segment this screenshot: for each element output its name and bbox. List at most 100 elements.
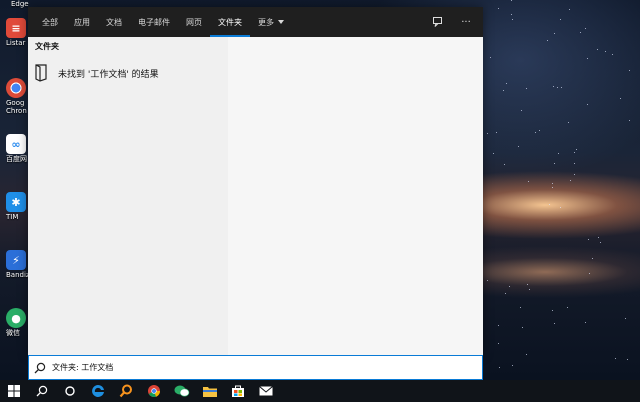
star	[592, 258, 594, 260]
tab-email[interactable]: 电子邮件	[130, 7, 178, 37]
bandizip-icon: ⚡	[6, 250, 26, 270]
tab-more[interactable]: 更多	[250, 7, 292, 37]
star	[538, 129, 540, 131]
wechat-icon[interactable]	[168, 380, 196, 402]
star	[528, 289, 530, 291]
desktop-icon-label: TIM	[6, 213, 19, 221]
star	[487, 279, 489, 281]
search-box[interactable]	[28, 355, 483, 380]
star	[504, 293, 506, 295]
star	[504, 164, 506, 166]
tab-apps[interactable]: 应用	[66, 7, 98, 37]
star	[526, 353, 527, 355]
star	[493, 152, 495, 154]
star	[495, 131, 497, 133]
star	[548, 203, 550, 205]
tab-label: 文档	[106, 17, 122, 27]
tab-documents[interactable]: 文档	[98, 7, 130, 37]
star	[576, 148, 578, 150]
star	[614, 358, 616, 360]
document-icon	[35, 64, 47, 82]
desktop-icon-baidu[interactable]: ∞ 百度网	[6, 134, 30, 163]
no-results-text: 未找到 '工作文档' 的结果	[58, 69, 159, 80]
tab-label: 电子邮件	[138, 17, 170, 27]
tab-folders[interactable]: 文件夹	[210, 7, 250, 37]
feedback-icon[interactable]	[431, 15, 445, 29]
desktop-icon-listar[interactable]: ≡ Listar	[6, 18, 30, 47]
star	[489, 57, 491, 59]
star	[520, 109, 522, 111]
star	[487, 133, 489, 135]
star	[521, 327, 523, 329]
chrome-icon	[6, 78, 26, 98]
star	[604, 50, 606, 52]
desktop-icon-label: Goog Chron	[6, 99, 27, 115]
star	[527, 180, 529, 182]
section-title: 文件夹	[35, 42, 59, 51]
no-results-item: 未找到 '工作文档' 的结果	[34, 61, 222, 85]
desktop-icon-label: Listar	[6, 39, 26, 47]
star	[546, 40, 548, 42]
chrome-icon[interactable]	[140, 380, 168, 402]
star	[586, 58, 588, 60]
mail-icon[interactable]	[252, 380, 280, 402]
star	[510, 0, 512, 2]
star	[506, 82, 508, 84]
star	[586, 103, 588, 105]
star	[552, 187, 554, 189]
star	[556, 87, 558, 89]
tab-label: 更多	[258, 17, 274, 27]
desktop-icon-tim[interactable]: ✱ TIM	[6, 192, 30, 221]
star	[579, 31, 581, 33]
star	[551, 310, 553, 312]
star	[534, 132, 536, 134]
star	[584, 28, 586, 30]
search-app-icon[interactable]	[112, 380, 140, 402]
star	[559, 207, 561, 209]
star	[588, 272, 590, 274]
star	[518, 145, 520, 147]
star	[503, 90, 505, 92]
tab-label: 应用	[74, 17, 90, 27]
task-view-icon[interactable]	[56, 380, 84, 402]
star	[560, 19, 562, 21]
star	[612, 53, 614, 55]
windows-start-icon[interactable]	[0, 380, 28, 402]
star	[511, 13, 513, 15]
desktop-icon-bandizip[interactable]: ⚡ Bandiz	[6, 250, 30, 279]
search-input[interactable]	[52, 363, 452, 372]
star	[553, 162, 555, 164]
star	[569, 8, 571, 10]
star	[553, 33, 555, 35]
store-icon[interactable]	[224, 380, 252, 402]
star	[525, 87, 527, 89]
tab-label: 全部	[42, 17, 58, 27]
tab-label: 文件夹	[218, 17, 242, 27]
desktop-icon-wechat[interactable]: ● 微信	[6, 308, 30, 337]
star	[597, 48, 599, 50]
star	[498, 7, 500, 9]
tab-all[interactable]: 全部	[34, 7, 66, 37]
search-panel: 全部 应用 文档 电子邮件 网页 文件夹 更多 ··· 文件夹 未找到 '工作文…	[28, 7, 483, 355]
star	[557, 153, 559, 155]
chevron-down-icon	[278, 20, 284, 24]
results-list: 文件夹 未找到 '工作文档' 的结果	[28, 37, 228, 355]
search-filter-bar: 全部 应用 文档 电子邮件 网页 文件夹 更多 ···	[28, 7, 483, 37]
tab-web[interactable]: 网页	[178, 7, 210, 37]
edge-icon[interactable]	[84, 380, 112, 402]
search-icon[interactable]	[28, 380, 56, 402]
star	[598, 236, 600, 238]
file-explorer-icon[interactable]	[196, 380, 224, 402]
preview-pane	[228, 37, 483, 355]
star	[560, 86, 562, 88]
desktop-icon-label: Bandiz	[6, 271, 30, 279]
star	[511, 364, 513, 366]
star	[512, 18, 514, 20]
star	[626, 358, 628, 360]
star	[526, 283, 528, 285]
more-options-button[interactable]: ···	[459, 15, 473, 29]
star	[520, 307, 522, 309]
baidu-netdisk-icon: ∞	[6, 134, 26, 154]
star	[568, 122, 570, 124]
desktop-icon-chrome[interactable]: Goog Chron	[6, 78, 30, 115]
